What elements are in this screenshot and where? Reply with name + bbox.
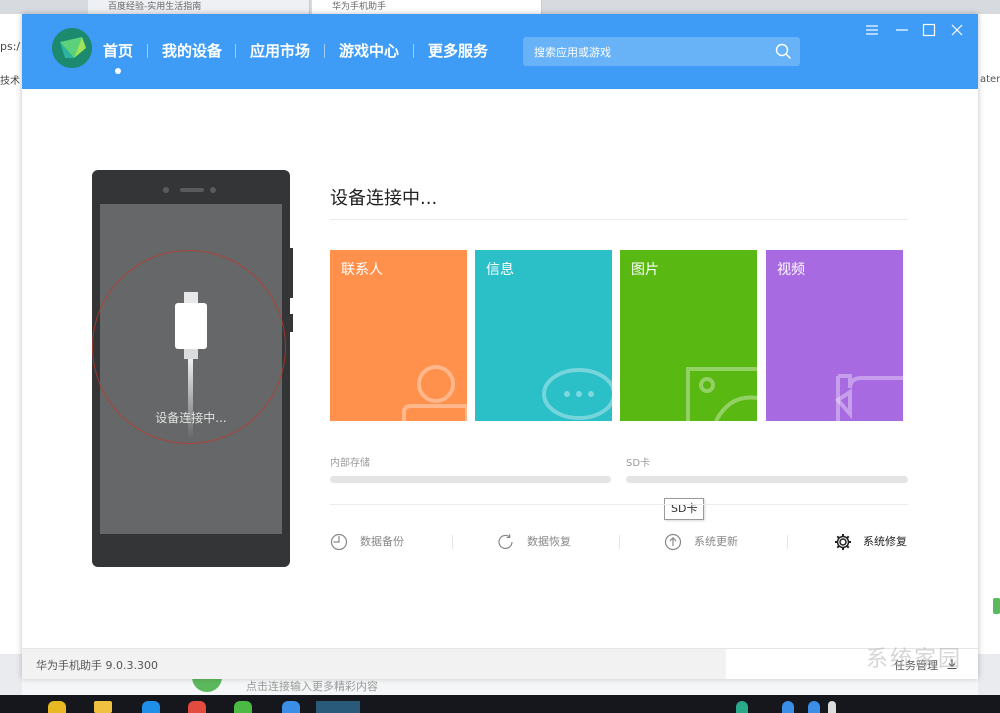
taskbar-app-icon[interactable]	[48, 701, 66, 713]
volume-icon[interactable]	[828, 701, 836, 713]
nav-game-center[interactable]: 游戏中心	[339, 40, 399, 62]
nav-more-services[interactable]: 更多服务	[428, 40, 488, 62]
browser-page-right	[978, 14, 1000, 654]
active-nav-indicator	[115, 68, 121, 74]
version-text: 华为手机助手 9.0.3.300	[36, 659, 158, 672]
connection-status-title: 设备连接中...	[330, 188, 438, 209]
taskbar-folder-icon[interactable]	[94, 701, 112, 713]
phone-volume-button	[290, 248, 293, 298]
huawei-assistant-window: 首页 我的设备 应用市场 游戏中心 更多服务 搜索应用或游戏 设备连接中... …	[22, 14, 978, 679]
divider	[330, 219, 908, 220]
nav-separator	[147, 44, 148, 58]
backup-icon	[330, 533, 348, 551]
app-header: 首页 我的设备 应用市场 游戏中心 更多服务	[22, 14, 978, 89]
system-repair-button[interactable]: 系统修复	[834, 532, 914, 552]
pictures-tile[interactable]: 图片	[620, 250, 757, 421]
search-input[interactable]	[532, 37, 770, 68]
nav-my-devices[interactable]: 我的设备	[162, 40, 222, 62]
nav-home[interactable]: 首页	[103, 40, 133, 62]
sd-card-bar[interactable]	[626, 476, 908, 483]
data-backup-button[interactable]: 数据备份	[330, 532, 450, 552]
tray-icon[interactable]	[808, 701, 820, 713]
tile-label: 信息	[486, 262, 514, 278]
browser-text-fragment: ater	[980, 74, 1000, 85]
nav-separator	[235, 44, 236, 58]
taskbar-browser-icon[interactable]	[142, 701, 160, 713]
nav-separator	[413, 44, 414, 58]
background-hint-text: 点击连接输入更多精彩内容	[246, 680, 378, 693]
contacts-tile[interactable]: 联系人	[330, 250, 467, 421]
app-logo-icon[interactable]	[52, 28, 92, 68]
messages-tile[interactable]: 信息	[475, 250, 612, 421]
browser-tab[interactable]: 华为手机助手	[312, 0, 542, 14]
gear-icon	[835, 534, 851, 550]
search-icon[interactable]	[775, 43, 792, 60]
phone-power-button	[290, 314, 293, 332]
phone-status-text: 设备连接中...	[155, 411, 227, 425]
tray-icon[interactable]	[782, 701, 794, 713]
tool-separator	[787, 535, 788, 549]
sd-card-tooltip: SD卡	[664, 498, 705, 520]
browser-page-left	[0, 14, 23, 654]
tool-separator	[619, 535, 620, 549]
tool-label: 系统修复	[863, 535, 907, 548]
browser-address-fragment: ps:/	[0, 40, 21, 53]
menu-icon[interactable]	[864, 22, 880, 38]
browser-bookmark-fragment: 技术	[0, 76, 20, 87]
tool-separator	[452, 535, 453, 549]
tile-label: 图片	[631, 262, 659, 278]
watermark-text: 系统家园	[866, 647, 963, 672]
sd-card-label: SD卡	[626, 458, 651, 469]
tile-label: 视频	[777, 262, 805, 278]
phone-speaker	[180, 188, 204, 192]
close-icon[interactable]	[949, 22, 965, 38]
taskbar-huawei-assistant-icon[interactable]	[316, 701, 360, 713]
data-restore-button[interactable]: 数据恢复	[497, 532, 617, 552]
tool-label: 系统更新	[694, 535, 738, 548]
minimize-icon[interactable]	[894, 22, 910, 38]
internal-storage-bar	[330, 476, 611, 483]
nav-app-market[interactable]: 应用市场	[250, 40, 310, 62]
taskbar-chrome-icon[interactable]	[188, 701, 206, 713]
videos-tile[interactable]: 视频	[766, 250, 903, 421]
tray-icon[interactable]	[736, 701, 748, 713]
update-icon	[664, 533, 682, 551]
tool-label: 数据备份	[360, 535, 404, 548]
tool-label: 数据恢复	[527, 535, 571, 548]
divider	[330, 504, 908, 505]
status-bar: 华为手机助手 9.0.3.300 任务管理	[22, 648, 978, 679]
background-green-mark	[993, 598, 1000, 614]
system-update-button[interactable]: 系统更新	[664, 532, 784, 552]
maximize-icon[interactable]	[921, 22, 937, 38]
restore-icon	[498, 534, 513, 550]
nav-separator	[324, 44, 325, 58]
internal-storage-label: 内部存储	[330, 458, 370, 469]
phone-sensor	[163, 187, 169, 193]
search-box[interactable]	[523, 37, 800, 68]
browser-tab[interactable]: 百度经验-实用生活指南	[88, 0, 310, 14]
taskbar-wechat-icon[interactable]	[234, 701, 252, 713]
phone-camera	[210, 187, 216, 193]
taskbar-app-icon[interactable]	[282, 701, 300, 713]
background-page-strip	[22, 677, 978, 695]
tile-label: 联系人	[341, 262, 383, 278]
